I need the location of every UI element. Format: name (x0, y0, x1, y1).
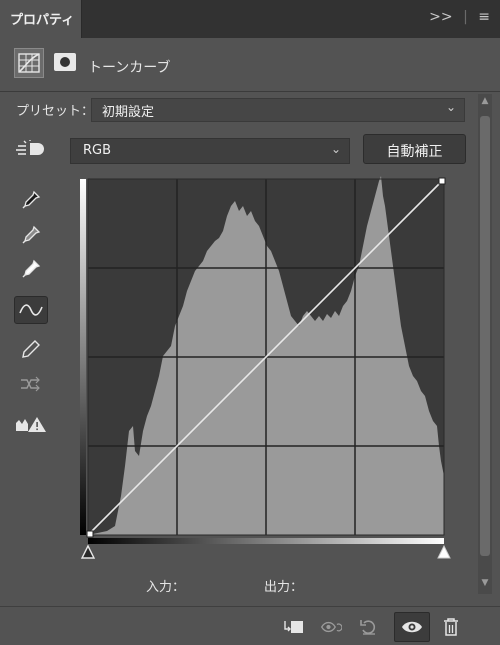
output-gradient-bar (80, 179, 86, 535)
tab-properties[interactable]: プロパティ (0, 0, 82, 38)
scroll-down-icon[interactable]: ▼ (478, 578, 492, 588)
white-point-handle (438, 177, 446, 185)
reset-icon[interactable] (358, 618, 380, 636)
gray-eyedropper-icon[interactable] (14, 221, 48, 249)
input-gradient-bar (88, 538, 444, 544)
output-label: 出力： (264, 580, 304, 595)
preset-dropdown[interactable]: 初期設定 ⌄ (91, 98, 465, 122)
collapse-panel-icon[interactable]: >> (429, 9, 452, 25)
panel-scrollbar[interactable]: ▲ ▼ (478, 94, 492, 594)
channel-dropdown[interactable]: RGB ⌄ (70, 138, 350, 164)
chevron-down-icon: ⌄ (330, 142, 341, 156)
auto-button[interactable]: 自動補正 (363, 134, 466, 164)
panel-tab-bar: プロパティ >> | ≡ (0, 0, 500, 38)
panel-menu-icon[interactable]: ≡ (478, 9, 490, 25)
view-previous-icon[interactable] (320, 618, 342, 636)
header-divider (0, 91, 500, 92)
scroll-up-icon[interactable]: ▲ (478, 96, 492, 106)
bottom-toolbar (0, 606, 500, 645)
black-point-handle (86, 530, 94, 538)
black-eyedropper-icon[interactable] (14, 186, 48, 214)
preset-label: プリセット： (16, 104, 95, 119)
curves-graph[interactable] (77, 176, 457, 570)
trash-icon[interactable] (440, 618, 462, 636)
smooth-icon[interactable] (14, 370, 48, 398)
layer-mask-icon[interactable] (54, 53, 76, 71)
adjustment-title: トーンカーブ (88, 60, 171, 76)
chevron-down-icon: ⌄ (445, 100, 456, 114)
white-input-slider (437, 544, 451, 559)
preset-value: 初期設定 (102, 105, 155, 120)
input-label: 入力： (146, 580, 186, 595)
target-adjust-icon[interactable] (14, 136, 48, 164)
black-input-slider (80, 544, 96, 559)
clipping-warning-icon[interactable] (14, 410, 48, 438)
clip-to-layer-icon[interactable] (283, 618, 305, 636)
curve-point-icon[interactable] (14, 296, 48, 324)
curves-adjustment-icon[interactable] (14, 48, 44, 78)
pencil-icon[interactable] (14, 335, 48, 363)
visibility-eye-icon[interactable] (394, 612, 430, 642)
scroll-thumb[interactable] (480, 116, 490, 556)
channel-value: RGB (83, 143, 112, 158)
white-eyedropper-icon[interactable] (14, 255, 48, 283)
tab-separator: | (463, 9, 468, 25)
panel-tab-tools: >> | ≡ (423, 9, 490, 25)
